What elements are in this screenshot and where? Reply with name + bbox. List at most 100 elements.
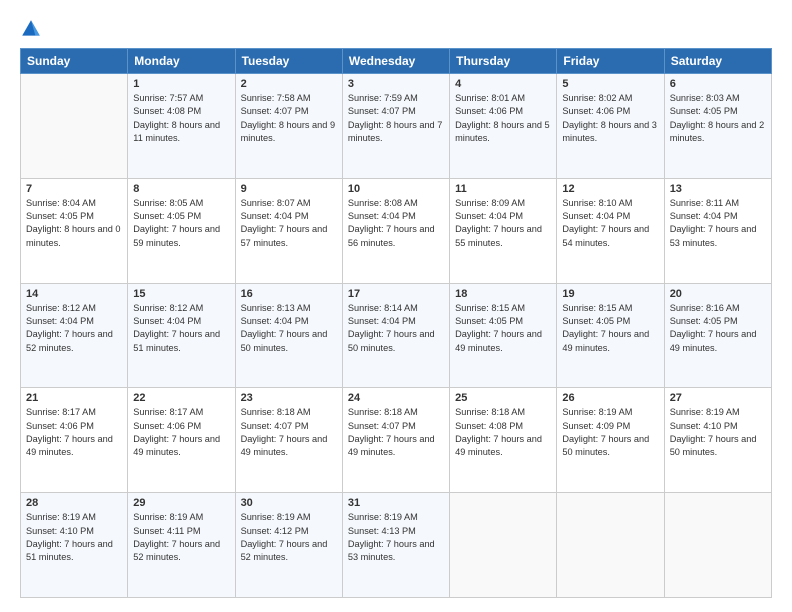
day-number: 17 [348, 288, 444, 300]
day-info: Sunrise: 8:10 AMSunset: 4:04 PMDaylight:… [562, 197, 658, 250]
day-number: 19 [562, 288, 658, 300]
day-number: 3 [348, 78, 444, 90]
table-row: 19 Sunrise: 8:15 AMSunset: 4:05 PMDayligh… [557, 283, 664, 388]
day-info: Sunrise: 8:19 AMSunset: 4:10 PMDaylight:… [26, 511, 122, 564]
day-number: 30 [241, 497, 337, 509]
day-info: Sunrise: 8:12 AMSunset: 4:04 PMDaylight:… [26, 302, 122, 355]
day-number: 8 [133, 183, 229, 195]
table-row: 4 Sunrise: 8:01 AMSunset: 4:06 PMDaylight… [450, 74, 557, 179]
day-info: Sunrise: 8:14 AMSunset: 4:04 PMDaylight:… [348, 302, 444, 355]
day-info: Sunrise: 8:15 AMSunset: 4:05 PMDaylight:… [455, 302, 551, 355]
day-info: Sunrise: 8:03 AMSunset: 4:05 PMDaylight:… [670, 92, 766, 145]
table-row: 6 Sunrise: 8:03 AMSunset: 4:05 PMDaylight… [664, 74, 771, 179]
day-info: Sunrise: 8:02 AMSunset: 4:06 PMDaylight:… [562, 92, 658, 145]
table-row: 26 Sunrise: 8:19 AMSunset: 4:09 PMDayligh… [557, 388, 664, 493]
table-row: 31 Sunrise: 8:19 AMSunset: 4:13 PMDayligh… [342, 493, 449, 598]
table-row: 5 Sunrise: 8:02 AMSunset: 4:06 PMDaylight… [557, 74, 664, 179]
header-saturday: Saturday [664, 49, 771, 74]
table-row: 12 Sunrise: 8:10 AMSunset: 4:04 PMDayligh… [557, 178, 664, 283]
day-number: 9 [241, 183, 337, 195]
table-row: 3 Sunrise: 7:59 AMSunset: 4:07 PMDaylight… [342, 74, 449, 179]
table-row [450, 493, 557, 598]
day-number: 22 [133, 392, 229, 404]
day-number: 10 [348, 183, 444, 195]
day-number: 23 [241, 392, 337, 404]
table-row: 25Sunrise: 8:18 AMSunset: 4:08 PMDayligh… [450, 388, 557, 493]
day-number: 29 [133, 497, 229, 509]
day-info: Sunrise: 8:19 AMSunset: 4:09 PMDaylight:… [562, 406, 658, 459]
day-info: Sunrise: 8:18 AMSunset: 4:08 PMDaylight:… [455, 406, 551, 459]
table-row: 8Sunrise: 8:05 AMSunset: 4:05 PMDaylight… [128, 178, 235, 283]
table-row [664, 493, 771, 598]
day-info: Sunrise: 8:01 AMSunset: 4:06 PMDaylight:… [455, 92, 551, 145]
table-row: 27Sunrise: 8:19 AMSunset: 4:10 PMDayligh… [664, 388, 771, 493]
day-number: 15 [133, 288, 229, 300]
day-number: 7 [26, 183, 122, 195]
day-number: 1 [133, 78, 229, 90]
header-wednesday: Wednesday [342, 49, 449, 74]
day-info: Sunrise: 7:57 AMSunset: 4:08 PMDaylight:… [133, 92, 229, 145]
day-number: 13 [670, 183, 766, 195]
table-row: 11 Sunrise: 8:09 AMSunset: 4:04 PMDayligh… [450, 178, 557, 283]
day-info: Sunrise: 8:19 AMSunset: 4:12 PMDaylight:… [241, 511, 337, 564]
day-number: 21 [26, 392, 122, 404]
day-info: Sunrise: 8:17 AMSunset: 4:06 PMDaylight:… [133, 406, 229, 459]
day-info: Sunrise: 8:19 AMSunset: 4:13 PMDaylight:… [348, 511, 444, 564]
table-row: 29 Sunrise: 8:19 AMSunset: 4:11 PMDayligh… [128, 493, 235, 598]
table-row: 24 Sunrise: 8:18 AMSunset: 4:07 PMDayligh… [342, 388, 449, 493]
day-number: 27 [670, 392, 766, 404]
day-info: Sunrise: 8:09 AMSunset: 4:04 PMDaylight:… [455, 197, 551, 250]
table-row: 15 Sunrise: 8:12 AMSunset: 4:04 PMDayligh… [128, 283, 235, 388]
table-row: 10 Sunrise: 8:08 AMSunset: 4:04 PMDayligh… [342, 178, 449, 283]
header-tuesday: Tuesday [235, 49, 342, 74]
day-info: Sunrise: 8:19 AMSunset: 4:11 PMDaylight:… [133, 511, 229, 564]
day-number: 16 [241, 288, 337, 300]
day-info: Sunrise: 8:08 AMSunset: 4:04 PMDaylight:… [348, 197, 444, 250]
day-number: 20 [670, 288, 766, 300]
logo-icon [20, 18, 42, 40]
table-row [557, 493, 664, 598]
day-number: 18 [455, 288, 551, 300]
day-number: 14 [26, 288, 122, 300]
table-row: 1 Sunrise: 7:57 AMSunset: 4:08 PMDaylight… [128, 74, 235, 179]
day-number: 11 [455, 183, 551, 195]
header-monday: Monday [128, 49, 235, 74]
table-row: 9Sunrise: 8:07 AMSunset: 4:04 PMDaylight… [235, 178, 342, 283]
day-info: Sunrise: 8:15 AMSunset: 4:05 PMDaylight:… [562, 302, 658, 355]
table-row: 18 Sunrise: 8:15 AMSunset: 4:05 PMDayligh… [450, 283, 557, 388]
day-number: 2 [241, 78, 337, 90]
day-info: Sunrise: 8:11 AMSunset: 4:04 PMDaylight:… [670, 197, 766, 250]
day-info: Sunrise: 7:59 AMSunset: 4:07 PMDaylight:… [348, 92, 444, 145]
header [20, 18, 772, 40]
table-row: 28 Sunrise: 8:19 AMSunset: 4:10 PMDayligh… [21, 493, 128, 598]
day-number: 24 [348, 392, 444, 404]
day-info: Sunrise: 8:12 AMSunset: 4:04 PMDaylight:… [133, 302, 229, 355]
day-number: 5 [562, 78, 658, 90]
table-row [21, 74, 128, 179]
header-thursday: Thursday [450, 49, 557, 74]
header-friday: Friday [557, 49, 664, 74]
day-number: 26 [562, 392, 658, 404]
table-row: 22 Sunrise: 8:17 AMSunset: 4:06 PMDayligh… [128, 388, 235, 493]
logo [20, 18, 46, 40]
day-info: Sunrise: 8:18 AMSunset: 4:07 PMDaylight:… [348, 406, 444, 459]
page: Sunday Monday Tuesday Wednesday Thursday… [0, 0, 792, 612]
day-number: 12 [562, 183, 658, 195]
table-row: 20 Sunrise: 8:16 AMSunset: 4:05 PMDayligh… [664, 283, 771, 388]
day-info: Sunrise: 8:16 AMSunset: 4:05 PMDaylight:… [670, 302, 766, 355]
table-row: 14 Sunrise: 8:12 AMSunset: 4:04 PMDayligh… [21, 283, 128, 388]
day-info: Sunrise: 7:58 AMSunset: 4:07 PMDaylight:… [241, 92, 337, 145]
table-row: 17 Sunrise: 8:14 AMSunset: 4:04 PMDayligh… [342, 283, 449, 388]
table-row: 16 Sunrise: 8:13 AMSunset: 4:04 PMDayligh… [235, 283, 342, 388]
day-info: Sunrise: 8:17 AMSunset: 4:06 PMDaylight:… [26, 406, 122, 459]
calendar-table: Sunday Monday Tuesday Wednesday Thursday… [20, 48, 772, 598]
table-row: 21 Sunrise: 8:17 AMSunset: 4:06 PMDayligh… [21, 388, 128, 493]
day-info: Sunrise: 8:13 AMSunset: 4:04 PMDaylight:… [241, 302, 337, 355]
table-row: 7Sunrise: 8:04 AMSunset: 4:05 PMDaylight… [21, 178, 128, 283]
day-number: 4 [455, 78, 551, 90]
day-number: 6 [670, 78, 766, 90]
day-number: 31 [348, 497, 444, 509]
day-number: 28 [26, 497, 122, 509]
header-sunday: Sunday [21, 49, 128, 74]
table-row: 2 Sunrise: 7:58 AMSunset: 4:07 PMDaylight… [235, 74, 342, 179]
